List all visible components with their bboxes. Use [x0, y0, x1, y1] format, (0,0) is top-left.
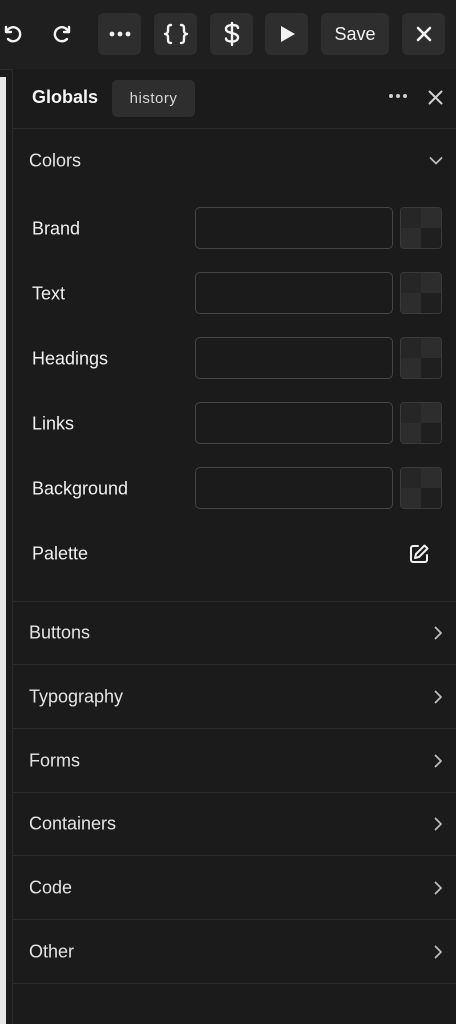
chevron-right-icon — [434, 817, 443, 831]
undo-button[interactable] — [0, 13, 30, 55]
edit-palette-button[interactable] — [408, 543, 430, 565]
color-label: Background — [32, 478, 129, 499]
canvas-edge — [0, 77, 6, 1024]
undo-icon — [4, 25, 22, 43]
color-row-brand: Brand — [13, 207, 456, 251]
section-buttons[interactable]: Buttons — [13, 601, 456, 665]
color-label: Headings — [32, 348, 109, 369]
color-swatch[interactable] — [400, 467, 442, 509]
section-label: Other — [29, 941, 75, 961]
color-swatch[interactable] — [400, 337, 442, 379]
braces-icon — [163, 23, 188, 45]
color-label: Brand — [32, 218, 81, 239]
section-code[interactable]: Code — [13, 856, 456, 920]
redo-button[interactable] — [42, 13, 84, 55]
ellipsis-icon — [109, 31, 130, 37]
background-color-input[interactable] — [195, 467, 393, 509]
chevron-right-icon — [434, 626, 443, 640]
redo-icon — [53, 25, 71, 43]
panel-more-button[interactable] — [388, 93, 408, 99]
section-label: Code — [29, 877, 73, 897]
color-row-text: Text — [13, 272, 456, 316]
chevron-right-icon — [434, 945, 443, 959]
dollar-icon — [224, 21, 239, 47]
palette-label: Palette — [32, 543, 89, 564]
section-label: Forms — [29, 750, 80, 770]
save-button[interactable]: Save — [321, 13, 389, 55]
section-label: Typography — [29, 686, 124, 706]
section-label: Containers — [29, 813, 117, 834]
color-label: Text — [32, 283, 66, 304]
color-row-links: Links — [13, 402, 456, 446]
brand-color-input[interactable] — [195, 207, 393, 249]
section-other[interactable]: Other — [13, 920, 456, 984]
color-swatch[interactable] — [400, 402, 442, 444]
ellipsis-icon — [389, 94, 407, 98]
panel-title: Globals — [32, 87, 99, 107]
toolbar: Save — [0, 0, 456, 70]
section-label: Colors — [29, 150, 82, 170]
panel-close-button[interactable] — [428, 90, 443, 105]
headings-color-input[interactable] — [195, 337, 393, 379]
chevron-right-icon — [434, 754, 443, 768]
text-color-input[interactable] — [195, 272, 393, 314]
section-label: Buttons — [29, 622, 91, 643]
color-label: Links — [32, 413, 75, 434]
close-icon — [416, 26, 431, 42]
palette-row: Palette — [13, 532, 456, 576]
panel-header: Globals history — [13, 69, 456, 129]
section-containers[interactable]: Containers — [13, 793, 456, 856]
play-icon — [280, 26, 295, 42]
variables-button[interactable] — [210, 13, 253, 55]
section-forms[interactable]: Forms — [13, 729, 456, 793]
close-icon — [428, 90, 443, 105]
close-toolbar-button[interactable] — [402, 13, 445, 55]
more-button[interactable] — [98, 13, 141, 55]
edit-icon — [410, 544, 429, 563]
code-button[interactable] — [154, 13, 197, 55]
chevron-right-icon — [434, 690, 443, 704]
color-row-background: Background — [13, 467, 456, 511]
color-row-headings: Headings — [13, 337, 456, 381]
globals-panel: Globals history Colors Brand Text Headin… — [12, 69, 456, 1024]
chevron-down-icon — [429, 156, 443, 165]
history-tab[interactable]: history — [112, 80, 195, 117]
run-button[interactable] — [265, 13, 308, 55]
section-colors[interactable]: Colors — [13, 129, 456, 192]
chevron-right-icon — [434, 881, 443, 895]
section-typography[interactable]: Typography — [13, 665, 456, 729]
links-color-input[interactable] — [195, 402, 393, 444]
color-swatch[interactable] — [400, 207, 442, 249]
color-swatch[interactable] — [400, 272, 442, 314]
